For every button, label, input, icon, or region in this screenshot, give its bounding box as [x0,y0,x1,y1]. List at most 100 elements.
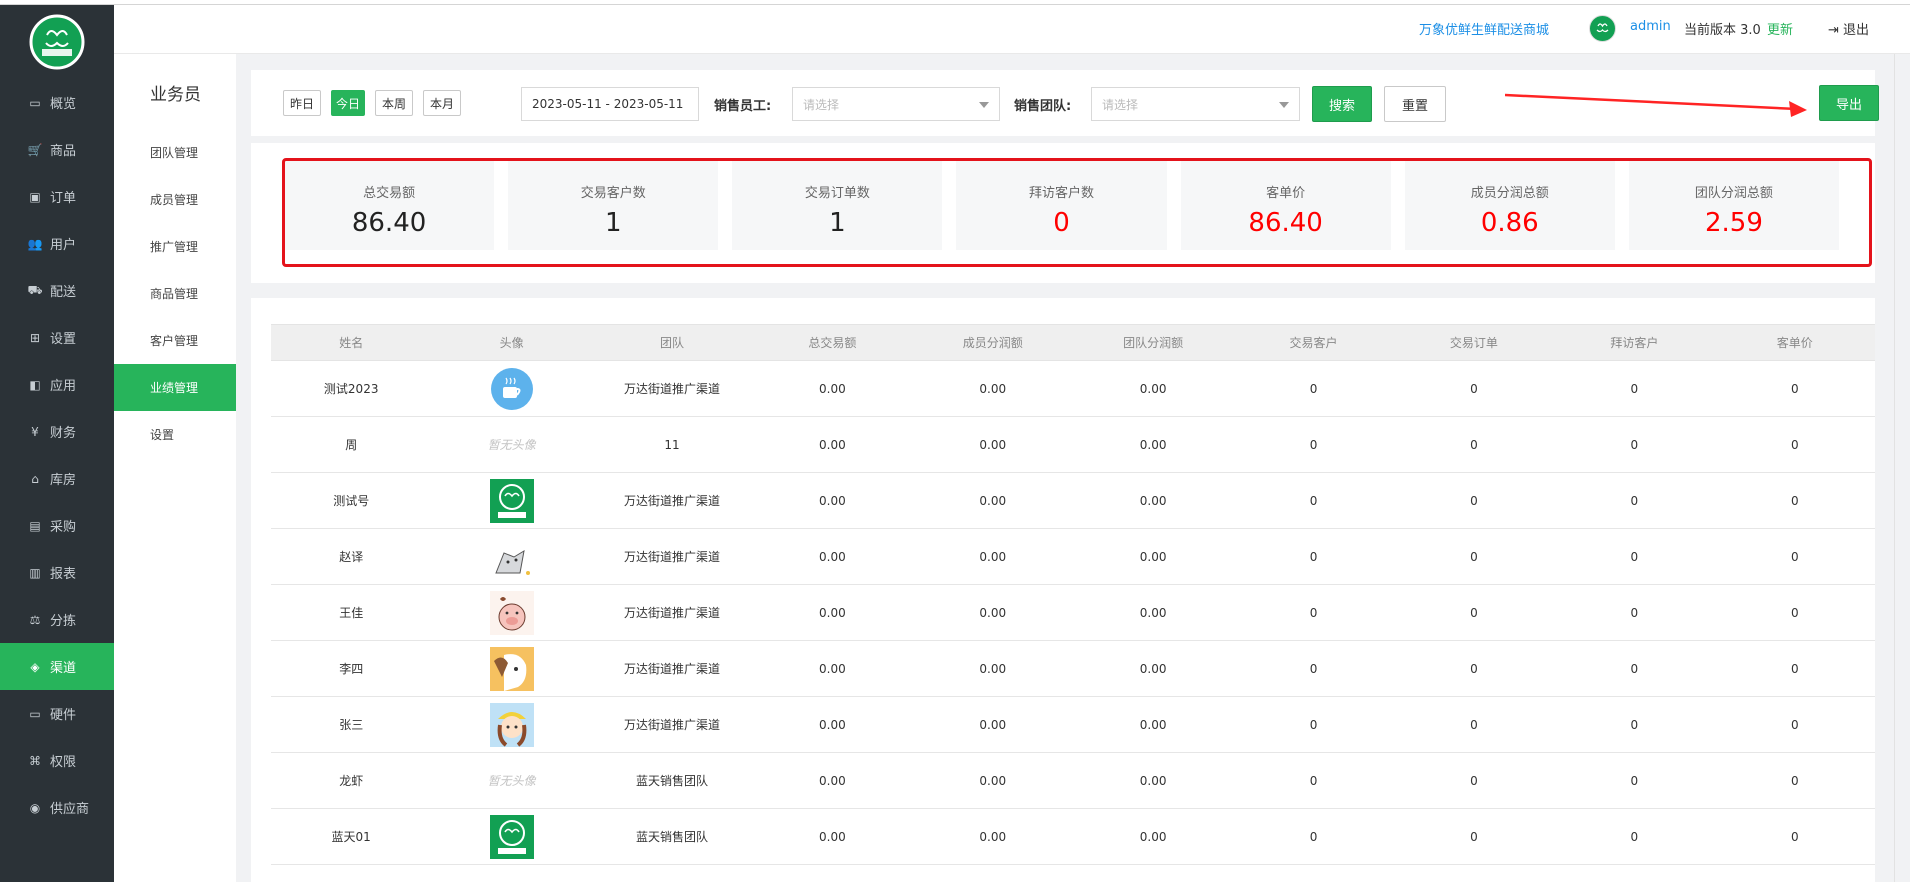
cat-avatar [488,533,536,581]
stat-label: 团队分润总额 [1694,186,1773,201]
home-icon: ⌂ [31,471,39,486]
cell-member: 0.00 [912,416,1073,473]
sidebar-item-label: 报表 [50,567,77,582]
sidebar-item-1[interactable]: 🛒 商品 [0,126,114,173]
date-range-input[interactable]: 2023-05-11 - 2023-05-11 [521,87,699,121]
cell-member: 0.00 [912,528,1073,585]
truck-icon: ⛟ [27,282,43,297]
export-button[interactable]: 导出 [1819,85,1879,121]
cell-member: 0.00 [912,360,1073,417]
subnav-item-4[interactable]: 客户管理 [114,317,236,364]
cell-team: 万达街道推广渠道 [591,696,753,753]
cell-total: 0.00 [752,472,913,529]
staff-label: 销售员工: [714,99,772,114]
sidebar-item-15[interactable]: ◉ 供应商 [0,784,114,831]
sidebar-item-3[interactable]: 👥 用户 [0,220,114,267]
bar-chart-icon: ▥ [29,565,41,580]
cell-team_share: 0.00 [1072,528,1234,585]
search-button[interactable]: 搜索 [1312,86,1372,122]
no-avatar-placeholder: 暂无头像 [487,438,536,452]
sidebar-item-4[interactable]: ⛟ 配送 [0,267,114,314]
cell-total: 0.00 [752,696,913,753]
sidebar-item-label: 概览 [50,97,77,112]
column-header: 交易客户 [1233,324,1394,361]
staff-select[interactable]: 请选择 [792,87,1000,121]
stat-label: 交易客户数 [580,186,646,201]
stat-value: 1 [604,208,622,238]
reset-button[interactable]: 重置 [1384,86,1446,122]
sidebar-item-13[interactable]: ▭ 硬件 [0,690,114,737]
user-avatar[interactable] [1589,15,1616,42]
cell-avg: 0 [1714,696,1875,753]
avatar-cell [431,472,592,529]
quick-today-button[interactable]: 今日 [331,90,365,116]
cell-customers: 0 [1233,696,1394,753]
coffee-avatar [488,365,536,413]
cell-orders: 0 [1393,360,1555,417]
subnav-item-2[interactable]: 推广管理 [114,223,236,270]
order-icon: ▣ [29,189,41,204]
sidebar-item-2[interactable]: ▣ 订单 [0,173,114,220]
team-select[interactable]: 请选择 [1091,87,1300,121]
cell-total: 0.00 [752,360,913,417]
cell-team_share: 0.00 [1072,752,1234,809]
cell-orders: 0 [1393,640,1555,697]
update-link[interactable]: 更新 [1767,19,1793,38]
column-header: 总交易额 [752,324,913,361]
sidebar-item-12[interactable]: ◈ 渠道 [0,643,114,690]
cell-team: 万达街道推广渠道 [591,360,753,417]
cell-avg: 0 [1714,360,1875,417]
brand-logo[interactable] [22,13,92,71]
column-header: 团队分润额 [1072,324,1234,361]
logout-button[interactable]: ⇥ 退出 [1828,19,1869,38]
cell-team_share: 0.00 [1072,472,1234,529]
sidebar-item-label: 应用 [50,379,77,394]
subnav-item-0[interactable]: 团队管理 [114,129,236,176]
stat-value: 86.40 [351,208,427,238]
sidebar-item-6[interactable]: ◧ 应用 [0,361,114,408]
sidebar-item-label: 库房 [50,473,77,488]
table-row: 张三 万达街道推广渠道 0.00 0.00 0.00 0 0 0 0 [271,696,1875,753]
cell-avg: 0 [1714,808,1875,865]
subnav-item-5[interactable]: 业绩管理 [114,364,236,411]
logout-icon: ⇥ [1828,23,1839,38]
quick-week-button[interactable]: 本周 [375,90,413,116]
brand-avatar [488,477,536,525]
page-scrollbar[interactable] [1894,54,1910,882]
cell-member: 0.00 [912,808,1073,865]
shop-link[interactable]: 万象优鲜生鲜配送商城 [1419,19,1549,38]
cell-orders: 0 [1393,528,1555,585]
sidebar-item-14[interactable]: ⌘ 权限 [0,737,114,784]
sidebar-item-7[interactable]: ¥ 财务 [0,408,114,455]
avatar-cell: 暂无头像 [431,416,592,473]
table-row: 测试号 万达街道推广渠道 0.00 0.00 0.00 0 0 0 0 [271,472,1875,529]
subnav-item-1[interactable]: 成员管理 [114,176,236,223]
cell-customers: 0 [1233,808,1394,865]
sidebar-item-label: 财务 [50,426,77,441]
sidebar-item-8[interactable]: ⌂ 库房 [0,455,114,502]
staff-placeholder: 请选择 [803,97,840,112]
cell-avg: 0 [1714,416,1875,473]
app-icon: ◧ [29,377,41,392]
stat-label: 总交易额 [363,186,416,201]
cell-visits: 0 [1554,416,1715,473]
sidebar-item-11[interactable]: ⚖ 分拣 [0,596,114,643]
sidebar-item-0[interactable]: ▭ 概览 [0,79,114,126]
subnav-item-6[interactable]: 设置 [114,411,236,458]
sidebar-item-10[interactable]: ▥ 报表 [0,549,114,596]
table-row: 周暂无头像 11 0.00 0.00 0.00 0 0 0 0 [271,416,1875,473]
avatar-cell: 暂无头像 [431,752,592,809]
username-link[interactable]: admin [1630,19,1671,34]
sidebar-item-5[interactable]: ⊞ 设置 [0,314,114,361]
monitor-icon: ▭ [29,95,41,110]
cell-avg: 0 [1714,528,1875,585]
sidebar-item-9[interactable]: ▤ 采购 [0,502,114,549]
quick-month-button[interactable]: 本月 [423,90,461,116]
subnav-item-3[interactable]: 商品管理 [114,270,236,317]
girl-avatar [488,701,536,749]
cell-team: 万达街道推广渠道 [591,528,753,585]
quick-yesterday-button[interactable]: 昨日 [283,90,321,116]
cell-team_share: 0.00 [1072,416,1234,473]
version-label: 当前版本 3.0 [1684,23,1761,38]
sidebar-item-label: 订单 [50,191,77,206]
